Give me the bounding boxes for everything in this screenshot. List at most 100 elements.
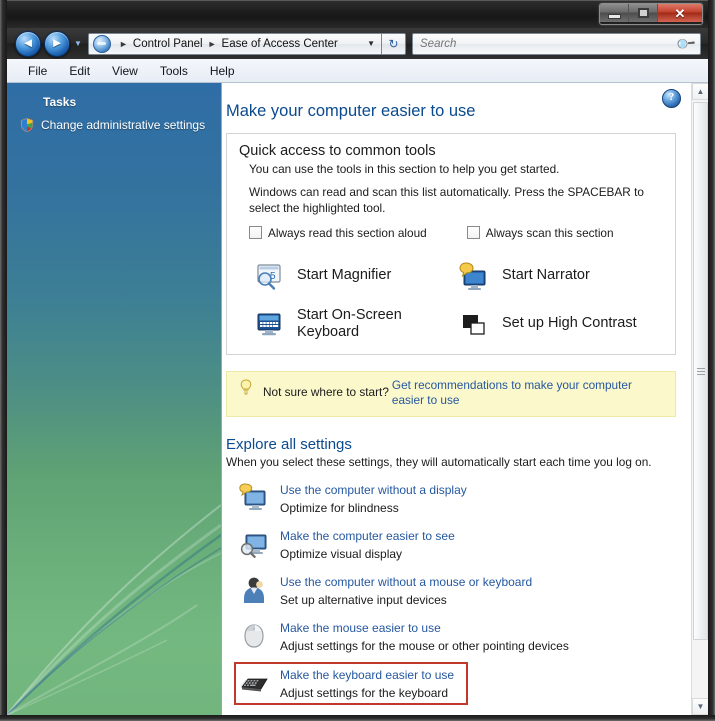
close-icon: ✕ <box>674 5 686 21</box>
sidebar-swoosh-decoration <box>7 504 221 715</box>
window-body: Tasks Change administrative settings ? M <box>7 83 708 715</box>
checkbox-always-scan-section[interactable]: Always scan this section <box>466 225 614 240</box>
tool-label-3: Start On-Screen Keyboard <box>297 306 402 340</box>
search-input[interactable] <box>413 36 676 51</box>
close-button[interactable]: ✕ <box>658 4 702 22</box>
tool-label-4: Set up High Contrast <box>502 315 637 332</box>
lightbulb-icon <box>240 379 252 395</box>
maximize-icon <box>637 8 649 18</box>
setting-description-3: Set up alternative input devices <box>280 592 447 607</box>
page-title: Make your computer easier to use <box>226 102 476 120</box>
help-icon[interactable]: ? <box>662 89 681 108</box>
sidebar-item-change-administrative-settings[interactable]: Change administrative settings <box>19 116 221 134</box>
breadcrumb-control-panel[interactable]: Control Panel <box>133 38 203 50</box>
scroll-down-button[interactable]: ▼ <box>692 698 708 715</box>
title-bar: ✕ <box>0 0 715 28</box>
recent-pages-button[interactable]: ▼ <box>72 33 84 55</box>
tip-question: Not sure where to start? <box>263 384 389 399</box>
tool-start-on-screen-keyboard[interactable]: Start On-Screen Keyboard <box>253 304 458 344</box>
refresh-button[interactable]: ↻ <box>382 32 406 55</box>
address-toolbar: ◄ ► ▼ ► Control Panel ► Ease of Access C… <box>7 28 708 59</box>
quick-access-tools-grid: 5 Start Magnifier Start Narrator Start O… <box>239 256 663 344</box>
setting-make-computer-easier-to-see[interactable]: Make the computer easier to see Optimize… <box>234 524 686 565</box>
sidebar-tasks-header: Tasks <box>43 95 77 109</box>
narrator-icon <box>459 262 486 290</box>
display-narrator-icon <box>239 482 266 510</box>
tool-set-up-high-contrast[interactable]: Set up High Contrast <box>458 304 663 344</box>
setting-link-2[interactable]: Make the computer easier to see <box>280 529 455 543</box>
checkbox-box-icon[interactable] <box>249 226 262 240</box>
sidebar-item-label: Change administrative settings <box>41 118 206 132</box>
setting-description-4: Adjust settings for the mouse or other p… <box>280 638 569 653</box>
window-border-bottom <box>0 715 715 721</box>
tool-label-2: Start Narrator <box>502 267 590 284</box>
menu-bar: File Edit View Tools Help <box>7 59 708 83</box>
setting-use-computer-without-display[interactable]: Use the computer without a display Optim… <box>234 478 686 519</box>
setting-use-computer-without-mouse-or-keyboard[interactable]: Use the computer without a mouse or keyb… <box>234 570 686 611</box>
control-panel-icon <box>93 34 111 53</box>
ease-of-access-window: ✕ ◄ ► ▼ ► Control Panel ► Ease of Access… <box>0 0 715 721</box>
address-dropdown-icon[interactable]: ▼ <box>367 39 375 48</box>
minimize-button[interactable] <box>600 4 629 22</box>
high-contrast-icon <box>463 314 485 335</box>
quick-access-panel: Quick access to common tools You can use… <box>226 133 676 355</box>
explore-settings-subtitle: When you select these settings, they wil… <box>226 454 652 469</box>
quick-access-checkbox-row: Always read this section aloud Always sc… <box>249 226 663 240</box>
magnifier-icon: 5 <box>257 264 281 290</box>
setting-make-mouse-easier-to-use[interactable]: Make the mouse easier to use Adjust sett… <box>234 616 686 657</box>
scrollbar-grip-icon <box>696 366 705 377</box>
refresh-icon: ↻ <box>388 36 399 51</box>
menu-view[interactable]: View <box>103 62 147 80</box>
menu-tools[interactable]: Tools <box>151 62 197 80</box>
explore-settings-title: Explore all settings <box>226 435 352 453</box>
window-border-right <box>708 0 715 721</box>
menu-file[interactable]: File <box>19 62 56 80</box>
menu-help[interactable]: Help <box>201 62 244 80</box>
setting-make-keyboard-easier-to-use[interactable]: Make the keyboard easier to use Adjust s… <box>234 661 468 705</box>
scrollbar-thumb[interactable] <box>693 102 708 640</box>
chevron-down-icon-scroll: ▼ <box>696 702 705 711</box>
menu-edit[interactable]: Edit <box>60 62 99 80</box>
maximize-button[interactable] <box>629 4 658 22</box>
setting-link-3[interactable]: Use the computer without a mouse or keyb… <box>280 575 532 589</box>
display-magnify-icon <box>240 534 267 558</box>
tool-start-magnifier[interactable]: 5 Start Magnifier <box>253 256 458 296</box>
setting-link[interactable]: Use the computer without a display <box>280 483 467 497</box>
forward-button[interactable]: ► <box>44 30 70 57</box>
tip-recommendation-link[interactable]: Get recommendations to make your compute… <box>392 378 667 409</box>
back-button[interactable]: ◄ <box>15 30 41 57</box>
window-border-left <box>0 0 7 721</box>
person-icon <box>244 577 264 603</box>
checkbox-label-2: Always scan this section <box>485 225 614 240</box>
checkbox-label: Always read this section aloud <box>268 225 427 240</box>
address-bar[interactable]: ► Control Panel ► Ease of Access Center … <box>88 32 382 55</box>
shield-icon <box>20 117 34 133</box>
window-controls: ✕ <box>599 3 703 25</box>
on-screen-keyboard-icon <box>257 313 281 336</box>
checkbox-box-icon-2[interactable] <box>466 226 480 240</box>
mouse-icon <box>244 623 264 648</box>
breadcrumb-ease-of-access-center[interactable]: Ease of Access Center <box>222 38 338 50</box>
search-box[interactable]: 🔍 <box>412 32 701 55</box>
quick-access-note: Windows can read and scan this list auto… <box>249 185 644 215</box>
setting-link-4[interactable]: Make the mouse easier to use <box>280 621 569 635</box>
setting-link-5[interactable]: Make the keyboard easier to use <box>280 668 454 682</box>
tasks-sidebar: Tasks Change administrative settings <box>7 83 222 715</box>
setting-description-2: Optimize visual display <box>280 546 403 561</box>
breadcrumb-separator-icon-2: ► <box>207 38 217 49</box>
chevron-down-icon: ▼ <box>74 39 82 48</box>
tool-start-narrator[interactable]: Start Narrator <box>458 256 663 296</box>
setting-description: Optimize for blindness <box>280 500 399 515</box>
main-content: ? Make your computer easier to use Quick… <box>222 83 708 715</box>
forward-arrow-icon: ► <box>50 35 64 50</box>
scrollbar-track[interactable] <box>692 100 708 698</box>
quick-access-subtitle: You can use the tools in this section to… <box>249 162 560 176</box>
breadcrumb-separator-icon: ► <box>119 38 128 49</box>
search-icon: 🔍 <box>674 32 697 55</box>
tool-label: Start Magnifier <box>297 267 392 284</box>
setting-description-5: Adjust settings for the keyboard <box>280 685 449 700</box>
chevron-up-icon: ▲ <box>696 87 705 96</box>
scroll-up-button[interactable]: ▲ <box>692 83 708 100</box>
vertical-scrollbar[interactable]: ▲ ▼ <box>691 83 708 715</box>
checkbox-always-read-aloud[interactable]: Always read this section aloud <box>249 226 427 240</box>
